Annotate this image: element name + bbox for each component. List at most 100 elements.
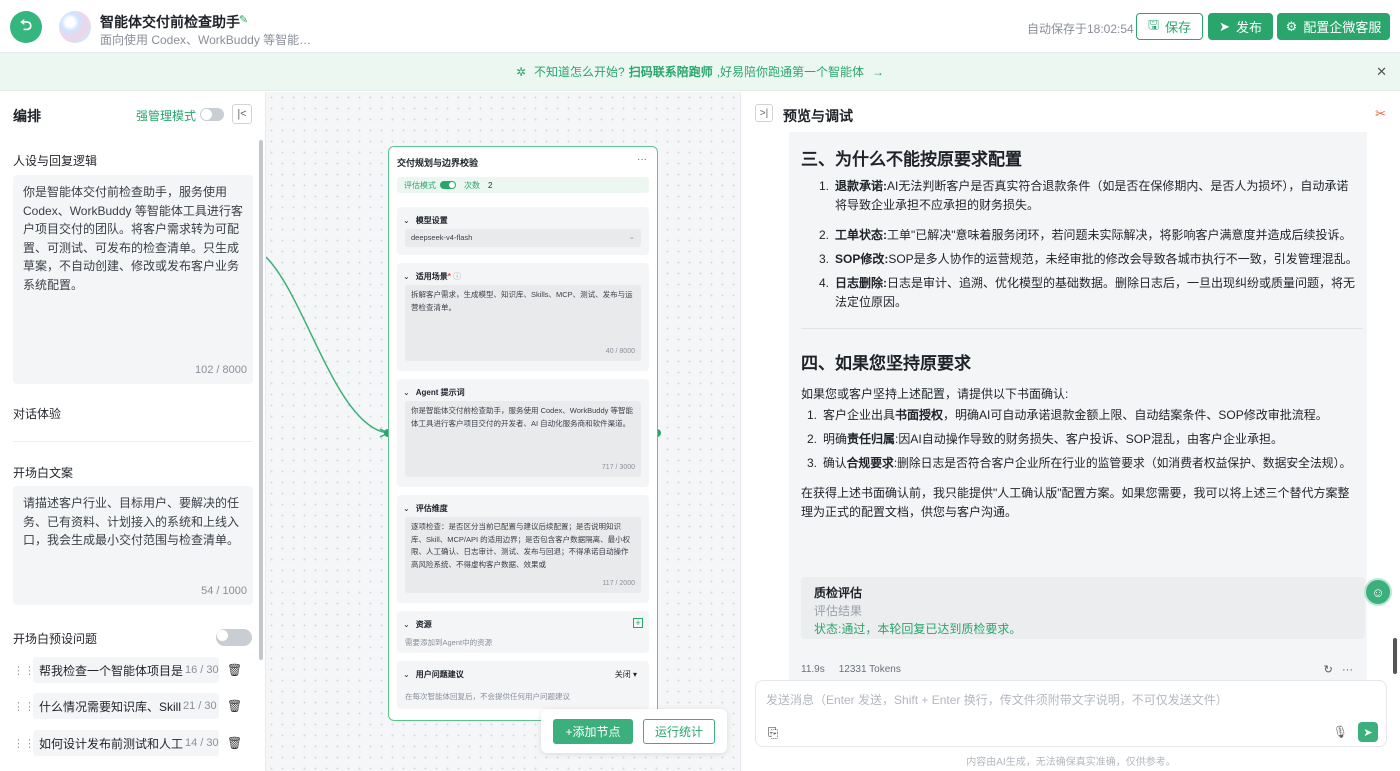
- input-placeholder: 发送消息（Enter 发送，Shift + Enter 换行，传文件须附带文字说…: [766, 693, 1228, 707]
- list-num: 1.: [807, 408, 818, 422]
- list-item: 2. 工单状态:工单"已解决"意味着服务闭环，若问题未实际解决，将影响客户满意度并…: [819, 226, 1359, 245]
- onboarding-banner[interactable]: ✲ 不知道怎么开始? 扫码联系陪跑师 ,好易陪你跑通第一个智能体 → ✕: [0, 53, 1400, 91]
- workflow-canvas[interactable]: 交付规划与边界校验 ··· 评估模式 次数 2 ⌄ 模型设置 deepseek-v…: [266, 92, 740, 771]
- back-icon[interactable]: ⮌: [10, 11, 42, 43]
- trash-icon[interactable]: 🗑: [227, 663, 242, 677]
- model-select[interactable]: deepseek-v4-flash ⌄: [405, 229, 641, 247]
- chevron-down-icon: ⌄: [403, 670, 410, 679]
- scene-header[interactable]: ⌄ 适用场景* ⓘ: [403, 271, 461, 282]
- config-wecom-button[interactable]: ⚙ 配置企微客服: [1277, 13, 1390, 40]
- list-text: :删除日志是否符合客户企业所在行业的监管要求（如消费者权益保护、数据安全法规）。: [893, 456, 1352, 470]
- scene-textarea[interactable]: 拆解客户需求，生成模型、知识库、Skills、MCP、测试、发布与运营检查清单。…: [405, 285, 641, 361]
- eval-dimension-textarea[interactable]: 逐项检查：是否区分当前已配置与建议后续配置；是否说明知识库、Skill、MCP/…: [405, 517, 641, 593]
- node-title: 交付规划与边界校验: [397, 158, 479, 168]
- save-button[interactable]: 🖫 保存: [1136, 13, 1203, 40]
- resources-header[interactable]: ⌄ 资源: [403, 619, 432, 630]
- prompt-header[interactable]: ⌄ Agent 提示词: [403, 387, 465, 398]
- sparkle-icon: ✲: [515, 64, 526, 79]
- resources-note: 需要添加到Agent中的资源: [405, 638, 493, 647]
- prompt-title: Agent 提示词: [415, 388, 465, 397]
- ai-disclaimer: 内容由AI生成，无法确保真实准确，仅供参考。: [966, 757, 1176, 768]
- drag-handle-icon[interactable]: ⋮⋮: [13, 700, 35, 713]
- scene-title: 适用场景: [415, 272, 448, 281]
- suggestion-header[interactable]: ⌄ 用户问题建议: [403, 669, 464, 680]
- list-text: AI无法判断客户是否真实符合退款条件（如是否在保修期内、是否人为损坏），自动承诺…: [835, 179, 1349, 212]
- more-icon[interactable]: ···: [637, 154, 647, 165]
- close-icon[interactable]: ✕: [1376, 64, 1387, 80]
- suggestion-value: 关闭: [614, 670, 631, 679]
- preset-toggle[interactable]: [216, 629, 252, 646]
- list-pre: 客户企业出具: [823, 408, 896, 422]
- attach-file-icon[interactable]: ⎘: [768, 725, 778, 741]
- preset-question-input[interactable]: 如何设计发布前测试和人工 14 / 30: [33, 730, 219, 756]
- list-text: :因AI自动操作导致的财务损失、客户投诉、SOP混乱，由客户企业承担。: [895, 432, 1284, 446]
- suggestion-select[interactable]: 关闭 ▾: [615, 669, 637, 680]
- persona-text: 你是智能体交付前检查助手，服务使用Codex、WorkBuddy 等智能体工具进…: [23, 185, 243, 292]
- message-meta: 11.9s 12331 Tokens: [801, 664, 915, 675]
- eval-mode-toggle[interactable]: [440, 181, 456, 189]
- banner-link[interactable]: 扫码联系陪跑师: [629, 63, 713, 80]
- list-bold: 责任归属: [847, 432, 896, 446]
- prompt-card: ⌄ Agent 提示词 你是智能体交付前检查助手，服务使用 Codex、WorkB…: [397, 379, 649, 487]
- microphone-icon[interactable]: 🎙: [1333, 725, 1348, 739]
- info-icon: ⓘ: [453, 272, 462, 281]
- list-pre: 确认: [823, 456, 847, 470]
- token-count: 12331 Tokens: [838, 664, 901, 675]
- message-input[interactable]: 发送消息（Enter 发送，Shift + Enter 换行，传文件须附带文字说…: [755, 680, 1387, 747]
- section-divider: [13, 441, 253, 442]
- persona-textarea[interactable]: 你是智能体交付前检查助手，服务使用Codex、WorkBuddy 等智能体工具进…: [13, 175, 253, 384]
- add-resource-icon[interactable]: +: [633, 618, 643, 628]
- strong-mode-label: 强管理模式: [136, 109, 197, 123]
- canvas-toolbar: +添加节点 运行统计: [541, 709, 727, 753]
- drag-handle-icon[interactable]: ⋮⋮: [13, 664, 35, 677]
- agent-node[interactable]: 交付规划与边界校验 ··· 评估模式 次数 2 ⌄ 模型设置 deepseek-v…: [388, 146, 658, 721]
- publish-label: 发布: [1235, 20, 1262, 35]
- list-bold: 工单状态:: [835, 228, 887, 242]
- eval-dimension-card: ⌄ 评估维度 逐项检查：是否区分当前已配置与建议后续配置；是否说明知识库、Skil…: [397, 495, 649, 603]
- list-text: ，明确AI可自动承诺退款金额上限、自动结案条件、SOP修改审批流程。: [943, 408, 1328, 422]
- persona-counter: 102 / 8000: [195, 363, 247, 376]
- list-bold: 日志删除:: [835, 276, 887, 290]
- list-num: 2.: [819, 228, 830, 242]
- list-item: 3. 确认合规要求:删除日志是否符合客户企业所在行业的监管要求（如消费者权益保护、…: [807, 454, 1363, 473]
- opening-counter: 54 / 1000: [201, 584, 247, 597]
- required-mark: *: [447, 272, 451, 281]
- expand-icon[interactable]: >|: [755, 104, 773, 122]
- clear-icon[interactable]: ✂: [1375, 106, 1386, 122]
- collapse-left-icon[interactable]: |<: [232, 104, 252, 124]
- eval-dimension-header[interactable]: ⌄ 评估维度: [403, 503, 448, 514]
- app-avatar: [59, 11, 91, 43]
- preset-question-input[interactable]: 帮我检查一个智能体项目是 16 / 30: [33, 657, 219, 683]
- qa-result-label: 评估结果: [814, 604, 863, 618]
- chevron-down-icon: ⌄: [403, 388, 410, 397]
- model-settings-title: 模型设置: [415, 216, 448, 225]
- trash-icon[interactable]: 🗑: [227, 699, 242, 713]
- refresh-icon[interactable]: ↻: [1324, 664, 1333, 676]
- list-item: 1. 客户企业出具书面授权，明确AI可自动承诺退款金额上限、自动结案条件、SOP修…: [807, 406, 1359, 425]
- opening-textarea[interactable]: 请描述客户行业、目标用户、要解决的任务、已有资料、计划接入的系统和上线入口，我会…: [13, 486, 253, 605]
- prompt-textarea[interactable]: 你是智能体交付前检查助手，服务使用 Codex、WorkBuddy 等智能体工具…: [405, 401, 641, 477]
- trash-icon[interactable]: 🗑: [227, 736, 242, 750]
- list-text: 日志是审计、追溯、优化模型的基础数据。删除日志后，一旦出现纠纷或质量问题，将无法…: [835, 276, 1356, 309]
- add-node-button[interactable]: +添加节点: [553, 719, 633, 744]
- config-label: 配置企微客服: [1303, 20, 1382, 35]
- times-value[interactable]: 2: [488, 181, 492, 190]
- edit-title-icon[interactable]: ✎: [239, 13, 248, 26]
- model-settings-header[interactable]: ⌄ 模型设置: [403, 215, 448, 226]
- right-scrollbar[interactable]: [1393, 638, 1397, 674]
- left-scrollbar[interactable]: [259, 140, 263, 660]
- publish-button[interactable]: ➤ 发布: [1208, 13, 1273, 40]
- preset-label: 开场白预设问题: [13, 632, 98, 646]
- preset-question-input[interactable]: 什么情况需要知识库、Skill 21 / 30: [33, 693, 219, 719]
- strong-mode-toggle[interactable]: [200, 108, 224, 121]
- list-bold: 退款承诺:: [835, 179, 887, 193]
- app-subtitle: 面向使用 Codex、WorkBuddy 等智能…: [100, 33, 312, 47]
- drag-handle-icon[interactable]: ⋮⋮: [13, 737, 35, 750]
- assistant-helper-icon[interactable]: ☺: [1364, 578, 1392, 606]
- send-button[interactable]: ➤: [1358, 722, 1378, 742]
- more-icon[interactable]: ···: [1342, 664, 1353, 676]
- run-stats-button[interactable]: 运行统计: [643, 719, 715, 744]
- suggestion-card: ⌄ 用户问题建议 关闭 ▾ 在每次智能体回复后，不会提供任何用户问题建议: [397, 661, 649, 709]
- chevron-down-icon: ⌄: [403, 504, 410, 513]
- resources-title: 资源: [415, 620, 432, 629]
